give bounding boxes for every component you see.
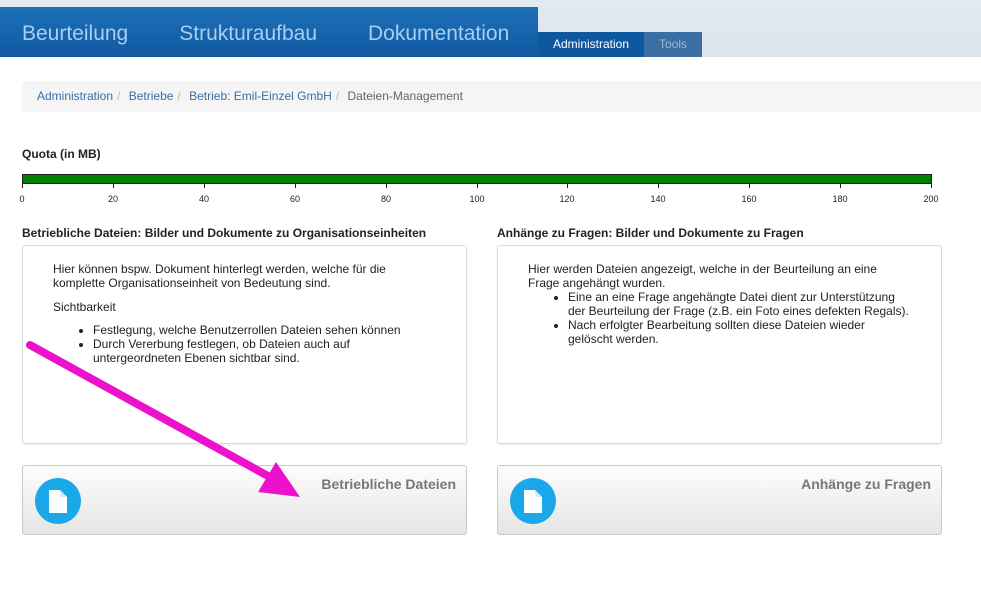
left-info-box: Hier können bspw. Dokument hinterlegt we… [22, 245, 467, 444]
quota-title: Quota (in MB) [22, 147, 101, 161]
quota-tick [22, 184, 23, 188]
left-intro: Hier können bspw. Dokument hinterlegt we… [53, 262, 386, 290]
list-item: Durch Vererbung festlegen, ob Dateien au… [93, 337, 436, 365]
quota-bar [22, 174, 932, 184]
quota-tick-label: 200 [923, 194, 939, 204]
quota-tick-label: 100 [469, 194, 485, 204]
tile-label: Betriebliche Dateien [321, 476, 456, 492]
quota-fill [23, 175, 931, 183]
quota-tick [658, 184, 659, 188]
quota-tick [749, 184, 750, 188]
quota-tick [204, 184, 205, 188]
betriebliche-dateien-button[interactable]: Betriebliche Dateien [22, 465, 467, 535]
right-intro: Hier werden Dateien angezeigt, welche in… [528, 262, 877, 290]
left-section-title: Betriebliche Dateien: Bilder und Dokumen… [22, 226, 427, 240]
quota-tick [386, 184, 387, 188]
quota-tick-label: 120 [559, 194, 575, 204]
quota-tick-label: 40 [198, 194, 210, 204]
breadcrumb-administration[interactable]: Administration [37, 89, 113, 103]
quota-tick-label: 140 [650, 194, 666, 204]
quota-tick [931, 184, 932, 188]
breadcrumb-betriebe[interactable]: Betriebe [129, 89, 174, 103]
breadcrumb-separator: / [117, 89, 121, 103]
right-info-box: Hier werden Dateien angezeigt, welche in… [497, 245, 942, 444]
list-item: Nach erfolgter Bearbeitung sollten diese… [568, 318, 911, 346]
anhaenge-zu-fragen-button[interactable]: Anhänge zu Fragen [497, 465, 942, 535]
breadcrumb: Administration / Betriebe / Betrieb: Emil-… [22, 81, 981, 112]
document-icon [35, 478, 81, 524]
quota-tick-label: 160 [741, 194, 757, 204]
nav-beurteilung[interactable]: Beurteilung [22, 7, 128, 57]
main-navigation: Beurteilung Strukturaufbau Dokumentation [0, 7, 538, 57]
breadcrumb-separator: / [335, 89, 340, 103]
list-item: Eine an eine Frage angehängte Datei dien… [568, 290, 911, 318]
sub-navigation: Administration Tools [538, 32, 703, 57]
right-bullet-list: Eine an eine Frage angehängte Datei dien… [528, 290, 911, 346]
left-subheading: Sichtbarkeit [53, 300, 116, 314]
breadcrumb-betrieb[interactable]: Betrieb: Emil-Einzel GmbH [189, 89, 332, 103]
quota-tick [840, 184, 841, 188]
quota-tick-label: 180 [832, 194, 848, 204]
quota-tick-label: 60 [289, 194, 301, 204]
breadcrumb-separator: / [177, 89, 181, 103]
breadcrumb-current: Dateien-Management [347, 89, 463, 103]
tile-label: Anhänge zu Fragen [801, 476, 931, 492]
main-content: Administration / Betriebe / Betrieb: Emil-… [0, 57, 981, 592]
right-section-title: Anhänge zu Fragen: Bilder und Dokumente … [497, 226, 804, 240]
left-bullet-list: Festlegung, welche Benutzerrollen Dateie… [53, 323, 436, 365]
quota-tick [567, 184, 568, 188]
quota-tick [295, 184, 296, 188]
quota-tick-label: 0 [19, 194, 25, 204]
quota-tick [477, 184, 478, 188]
nav-strukturaufbau[interactable]: Strukturaufbau [179, 7, 317, 57]
quota-tick [113, 184, 114, 188]
tab-administration[interactable]: Administration [538, 32, 645, 57]
document-icon [510, 478, 556, 524]
quota-axis: 0 20 40 60 80 100 120 140 160 180 200 [19, 184, 939, 204]
list-item: Festlegung, welche Benutzerrollen Dateie… [93, 323, 436, 337]
quota-tick-label: 20 [107, 194, 119, 204]
top-header: Beurteilung Strukturaufbau Dokumentation… [0, 0, 981, 57]
tab-tools[interactable]: Tools [644, 32, 703, 57]
nav-dokumentation[interactable]: Dokumentation [368, 7, 509, 57]
quota-tick-label: 80 [380, 194, 392, 204]
